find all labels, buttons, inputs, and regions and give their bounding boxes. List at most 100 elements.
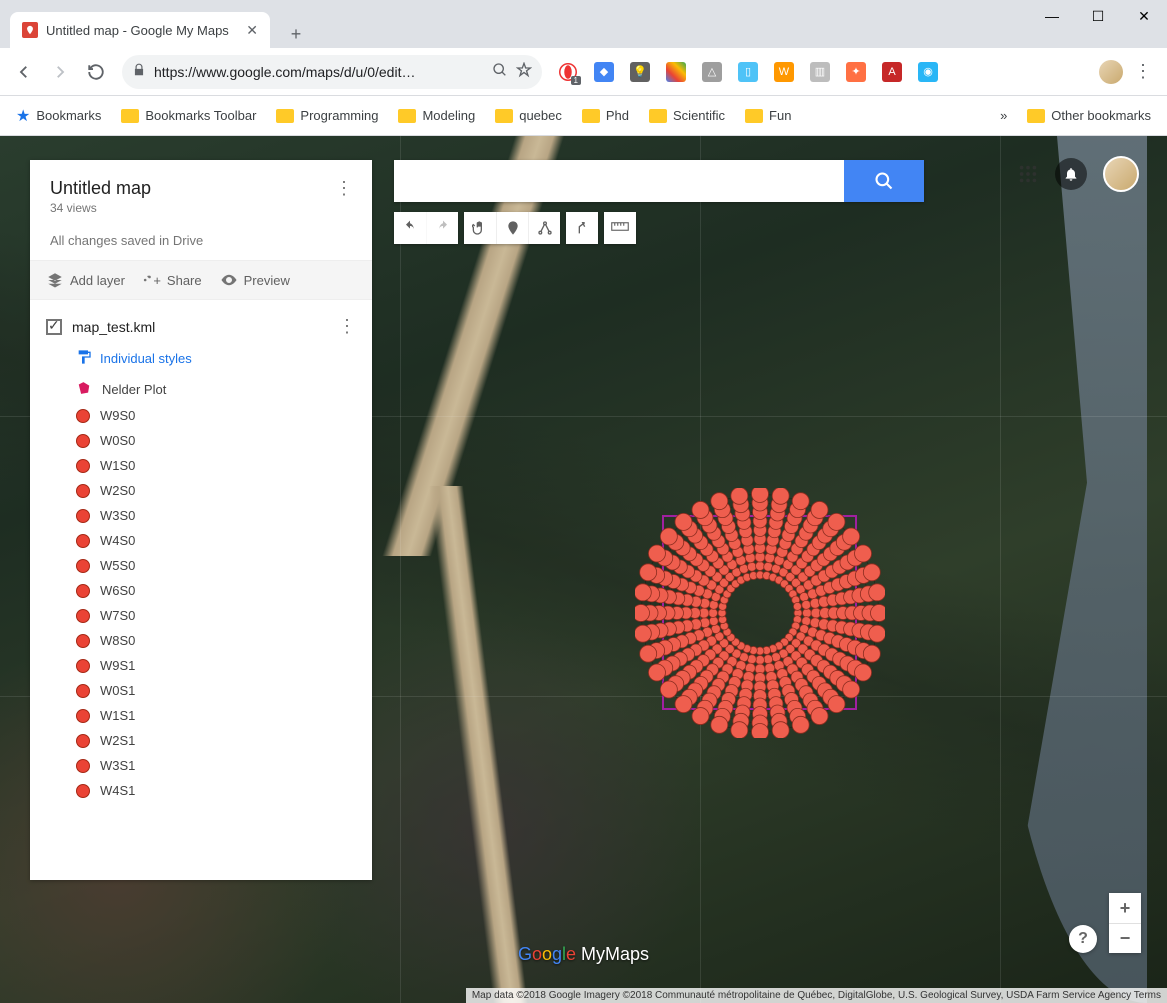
minimize-button[interactable]: — xyxy=(1029,0,1075,32)
point-icon xyxy=(76,484,90,498)
bookmark-star-icon[interactable] xyxy=(516,62,532,81)
maximize-button[interactable]: ☐ xyxy=(1075,0,1121,32)
bookmark-folder[interactable]: Modeling xyxy=(398,108,475,123)
extension-hand-icon[interactable]: ✦ xyxy=(846,62,866,82)
reload-button[interactable] xyxy=(80,56,112,88)
style-label: Individual styles xyxy=(100,351,192,366)
feature-item[interactable]: W1S1 xyxy=(30,703,372,728)
undo-button[interactable] xyxy=(394,212,426,244)
extension-cam-icon[interactable]: ◉ xyxy=(918,62,938,82)
feature-item[interactable]: W2S1 xyxy=(30,728,372,753)
point-icon xyxy=(76,709,90,723)
map-title[interactable]: Untitled map xyxy=(50,178,151,199)
profile-avatar[interactable] xyxy=(1099,60,1123,84)
back-button[interactable] xyxy=(8,56,40,88)
measure-button[interactable] xyxy=(604,212,636,244)
search-input[interactable] xyxy=(394,160,844,202)
bookmark-overflow[interactable]: » xyxy=(1000,108,1007,123)
layer-name: map_test.kml xyxy=(72,319,155,335)
bookmark-folder[interactable]: Phd xyxy=(582,108,629,123)
bookmark-item[interactable]: ★ Bookmarks xyxy=(16,106,101,126)
extension-google-icon[interactable] xyxy=(666,62,686,82)
feature-item[interactable]: W4S0 xyxy=(30,528,372,553)
layer-checkbox[interactable] xyxy=(46,319,62,335)
action-label: Preview xyxy=(244,273,290,288)
side-panel: Untitled map ⋮ 34 views All changes save… xyxy=(30,160,372,880)
window-controls: — ☐ ✕ xyxy=(1029,0,1167,48)
feature-item[interactable]: W1S0 xyxy=(30,453,372,478)
bookmark-folder[interactable]: Bookmarks Toolbar xyxy=(121,108,256,123)
chrome-menu-icon[interactable]: ⋮ xyxy=(1127,56,1159,88)
bookmark-label: Other bookmarks xyxy=(1051,108,1151,123)
feature-item[interactable]: W7S0 xyxy=(30,603,372,628)
folder-icon xyxy=(121,109,139,123)
user-avatar[interactable] xyxy=(1103,156,1139,192)
extensions-row: 1 ◆ 💡 △ ▯ W ▥ ✦ A ◉ xyxy=(558,62,938,82)
folder-icon xyxy=(745,109,763,123)
extension-opera-icon[interactable]: 1 xyxy=(558,62,578,82)
apps-grid-icon[interactable] xyxy=(1017,163,1039,185)
feature-item[interactable]: W6S0 xyxy=(30,578,372,603)
feature-item[interactable]: W2S0 xyxy=(30,478,372,503)
close-tab-icon[interactable]: ✕ xyxy=(246,22,258,39)
add-marker-button[interactable] xyxy=(496,212,528,244)
zoom-out-button[interactable]: − xyxy=(1109,923,1141,953)
feature-item[interactable]: W0S0 xyxy=(30,428,372,453)
bookmark-folder[interactable]: Programming xyxy=(276,108,378,123)
layer-menu-icon[interactable]: ⋮ xyxy=(338,316,356,337)
new-tab-button[interactable]: + xyxy=(282,20,310,48)
layer-header[interactable]: map_test.kml ⋮ xyxy=(30,312,372,341)
other-bookmarks[interactable]: Other bookmarks xyxy=(1027,108,1151,123)
feature-nelder[interactable]: Nelder Plot xyxy=(30,376,372,403)
feature-item[interactable]: W4S1 xyxy=(30,778,372,803)
layer-style-link[interactable]: Individual styles xyxy=(30,341,372,376)
bookmark-label: Phd xyxy=(606,108,629,123)
bookmark-label: Modeling xyxy=(422,108,475,123)
extension-pdf-icon[interactable]: A xyxy=(882,62,902,82)
share-button[interactable]: + Share xyxy=(143,271,202,289)
extension-doc-icon[interactable]: ▯ xyxy=(738,62,758,82)
point-icon xyxy=(76,409,90,423)
bookmark-folder[interactable]: quebec xyxy=(495,108,562,123)
feature-label: Nelder Plot xyxy=(102,382,166,397)
feature-item[interactable]: W3S0 xyxy=(30,503,372,528)
panel-menu-icon[interactable]: ⋮ xyxy=(335,178,352,199)
directions-button[interactable] xyxy=(566,212,598,244)
forward-button[interactable] xyxy=(44,56,76,88)
notifications-icon[interactable] xyxy=(1055,158,1087,190)
browser-tab[interactable]: Untitled map - Google My Maps ✕ xyxy=(10,12,270,48)
eye-icon xyxy=(220,271,238,289)
bookmark-label: Fun xyxy=(769,108,791,123)
close-window-button[interactable]: ✕ xyxy=(1121,0,1167,32)
river-feature xyxy=(997,136,1147,1003)
map-attribution[interactable]: Map data ©2018 Google Imagery ©2018 Comm… xyxy=(466,988,1167,1003)
feature-item[interactable]: W5S0 xyxy=(30,553,372,578)
bookmark-folder[interactable]: Scientific xyxy=(649,108,725,123)
draw-line-button[interactable] xyxy=(528,212,560,244)
zoom-in-button[interactable]: + xyxy=(1109,893,1141,923)
feature-item[interactable]: W9S1 xyxy=(30,653,372,678)
nelder-plot-overlay[interactable] xyxy=(635,488,885,738)
feature-item[interactable]: W3S1 xyxy=(30,753,372,778)
folder-icon xyxy=(582,109,600,123)
extension-gray-icon[interactable]: 💡 xyxy=(630,62,650,82)
point-icon xyxy=(76,659,90,673)
folder-icon xyxy=(495,109,513,123)
bookmark-folder[interactable]: Fun xyxy=(745,108,791,123)
help-button[interactable]: ? xyxy=(1069,925,1097,953)
redo-button[interactable] xyxy=(426,212,458,244)
add-layer-button[interactable]: Add layer xyxy=(46,271,125,289)
address-bar[interactable]: https://www.google.com/maps/d/u/0/edit… xyxy=(122,55,542,89)
search-button[interactable] xyxy=(844,160,924,202)
extension-w-icon[interactable]: W xyxy=(774,62,794,82)
extension-book-icon[interactable]: ▥ xyxy=(810,62,830,82)
preview-button[interactable]: Preview xyxy=(220,271,290,289)
pan-hand-button[interactable] xyxy=(464,212,496,244)
bookmark-label: Bookmarks Toolbar xyxy=(145,108,256,123)
feature-item[interactable]: W9S0 xyxy=(30,403,372,428)
feature-item[interactable]: W8S0 xyxy=(30,628,372,653)
feature-item[interactable]: W0S1 xyxy=(30,678,372,703)
extension-blue-icon[interactable]: ◆ xyxy=(594,62,614,82)
zoom-page-icon[interactable] xyxy=(492,62,508,81)
extension-drive-icon[interactable]: △ xyxy=(702,62,722,82)
